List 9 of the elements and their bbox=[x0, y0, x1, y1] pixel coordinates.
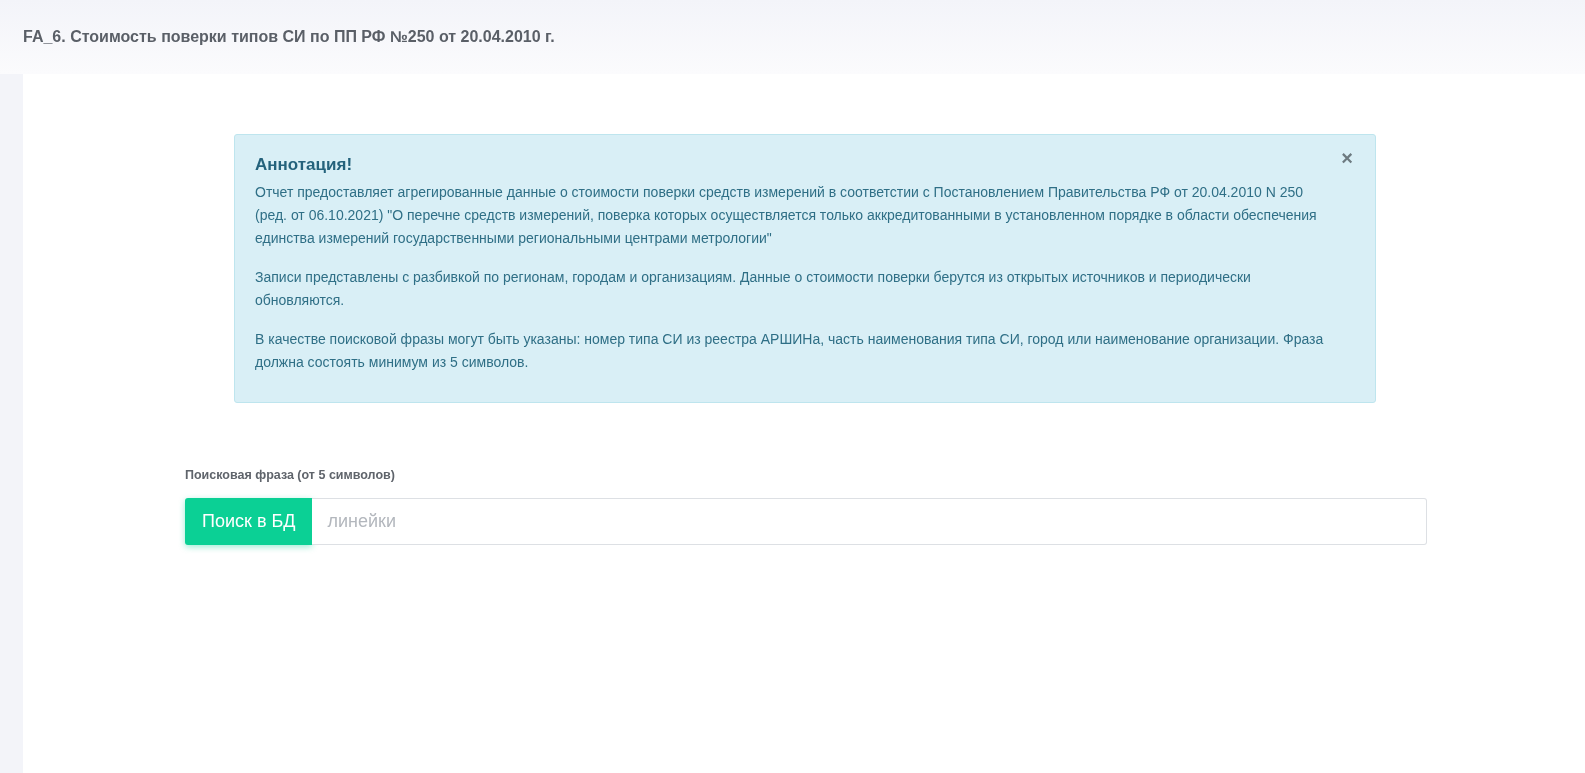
alert-heading: Аннотация! bbox=[255, 155, 353, 175]
search-button[interactable]: Поиск в БД bbox=[185, 498, 313, 545]
alert-paragraph: Отчет предоставляет агрегированные данные о стоимости поверки средств измерений в соответстии с Постановлением Правительства РФ от 20.04.2010 N 250 (ред. от 06.10.2021) "О перечне средств измерений, поверка которых осуществляется только аккредитованными в установленном порядке в области обеспечения единства измерений государственными региональными центрами метрологии" bbox=[255, 183, 1318, 248]
search-field[interactable]: линейки bbox=[312, 498, 1427, 545]
search-label: Поисковая фраза (от 5 символов) bbox=[185, 468, 395, 482]
alert-paragraph: Записи представлены с разбивкой по регионам, городам и организациям. Данные о стоимости поверки берутся из открытых источников и периодически обновляются. bbox=[255, 268, 1252, 310]
alert-paragraph: В качестве поисковой фразы могут быть указаны: номер типа СИ из реестра АРШИНа, часть наименования типа СИ, город или наименование организации. Фраза должна состоять минимум из 5 символов. bbox=[255, 330, 1325, 372]
page-title: FA_6. Стоимость поверки типов СИ по ПП РФ №250 от 20.04.2010 г. bbox=[23, 28, 556, 46]
close-button[interactable]: × bbox=[1341, 147, 1353, 170]
